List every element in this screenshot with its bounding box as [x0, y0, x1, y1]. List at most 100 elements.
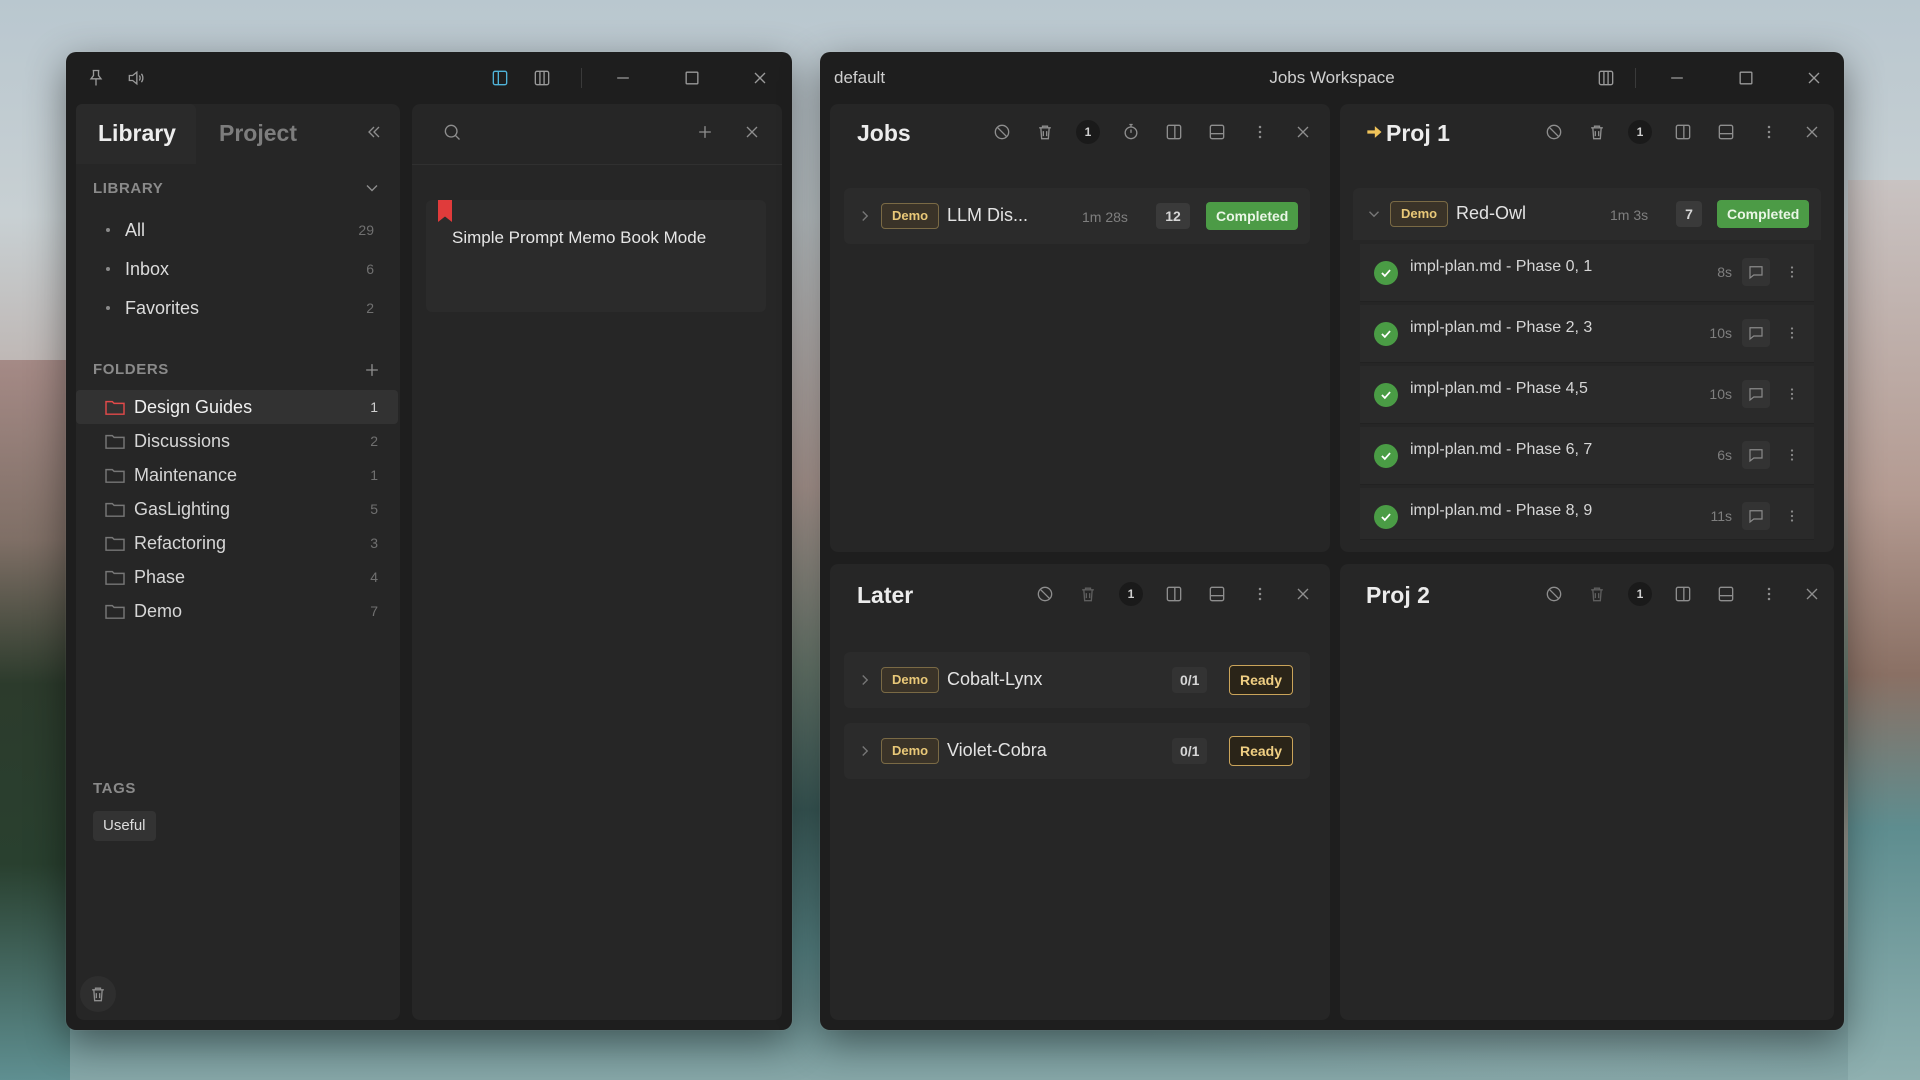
split-vertical-icon[interactable] — [1669, 118, 1697, 146]
trash-icon[interactable] — [1583, 118, 1611, 146]
close-pane-icon[interactable] — [1798, 580, 1826, 608]
job-row[interactable]: Demo LLM Dis... 1m 28s 12 Completed — [844, 188, 1310, 244]
trash-icon[interactable] — [80, 976, 116, 1012]
proj2-pane-title: Proj 2 — [1366, 582, 1430, 608]
close-icon[interactable] — [1802, 66, 1826, 90]
concurrency-badge[interactable]: 1 — [1119, 582, 1143, 606]
timer-icon[interactable] — [1117, 118, 1145, 146]
chevron-right-icon[interactable] — [856, 671, 874, 689]
folder-maintenance[interactable]: Maintenance 1 — [76, 458, 398, 492]
cancel-icon[interactable] — [988, 118, 1016, 146]
sidebar-left-icon[interactable] — [488, 66, 512, 90]
folder-discussions[interactable]: Discussions 2 — [76, 424, 398, 458]
library-item-all[interactable]: All 29 — [76, 212, 378, 248]
cancel-icon[interactable] — [1540, 118, 1568, 146]
cancel-icon[interactable] — [1540, 580, 1568, 608]
subtask-row[interactable]: impl-plan.md - Phase 6, 7 6s — [1360, 427, 1814, 485]
split-vertical-icon[interactable] — [1160, 580, 1188, 608]
close-pane-icon[interactable] — [1289, 580, 1317, 608]
trash-icon[interactable] — [1074, 580, 1102, 608]
cancel-icon[interactable] — [1031, 580, 1059, 608]
close-pane-icon[interactable] — [1798, 118, 1826, 146]
tab-project[interactable]: Project — [219, 120, 297, 147]
folder-label: Design Guides — [134, 396, 253, 417]
trash-icon[interactable] — [1031, 118, 1059, 146]
maximize-icon[interactable] — [1734, 66, 1758, 90]
library-item-inbox[interactable]: Inbox 6 — [76, 251, 378, 287]
concurrency-badge[interactable]: 1 — [1076, 120, 1100, 144]
folder-icon — [104, 500, 126, 518]
pin-icon[interactable] — [84, 66, 108, 90]
more-vertical-icon[interactable] — [1246, 118, 1274, 146]
more-vertical-icon[interactable] — [1782, 319, 1802, 347]
folder-gaslighting[interactable]: GasLighting 5 — [76, 492, 398, 526]
minimize-icon[interactable] — [1665, 66, 1689, 90]
trash-icon[interactable] — [1583, 580, 1611, 608]
library-item-count: 2 — [366, 300, 374, 316]
close-pane-icon[interactable] — [1289, 118, 1317, 146]
bullet-icon — [106, 228, 110, 232]
job-row[interactable]: Demo Red-Owl 1m 3s 7 Completed — [1353, 188, 1821, 240]
split-horizontal-icon[interactable] — [1203, 580, 1231, 608]
folder-refactoring[interactable]: Refactoring 3 — [76, 526, 398, 560]
more-vertical-icon[interactable] — [1246, 580, 1274, 608]
chevron-right-icon[interactable] — [856, 207, 874, 225]
subtask-row[interactable]: impl-plan.md - Phase 2, 3 10s — [1360, 305, 1814, 363]
subtask-row[interactable]: impl-plan.md - Phase 4,5 10s — [1360, 366, 1814, 424]
jobs-pane — [830, 104, 1330, 552]
folder-demo[interactable]: Demo 7 — [76, 594, 398, 628]
tag-chip[interactable]: Useful — [93, 811, 156, 841]
check-circle-icon — [1374, 383, 1398, 407]
subtask-row[interactable]: impl-plan.md - Phase 8, 9 11s — [1360, 488, 1814, 540]
more-vertical-icon[interactable] — [1755, 118, 1783, 146]
folder-label: Phase — [134, 566, 186, 587]
comment-icon[interactable] — [1742, 502, 1770, 530]
comment-icon[interactable] — [1742, 441, 1770, 469]
maximize-icon[interactable] — [680, 66, 704, 90]
memo-title: Simple Prompt Memo Book Mode — [452, 228, 707, 247]
project-tag: Demo — [881, 738, 940, 764]
minimize-icon[interactable] — [611, 66, 635, 90]
job-name: Cobalt-Lynx — [947, 669, 1043, 689]
speaker-icon[interactable] — [124, 66, 148, 90]
more-vertical-icon[interactable] — [1782, 502, 1802, 530]
subtask-row[interactable]: impl-plan.md - Phase 0, 1 8s — [1360, 244, 1814, 302]
job-row[interactable]: Demo Violet-Cobra 0/1 Ready — [844, 723, 1310, 779]
job-row[interactable]: Demo Cobalt-Lynx 0/1 Ready — [844, 652, 1310, 708]
folder-phase[interactable]: Phase 4 — [76, 560, 398, 594]
collapse-sidebar-icon[interactable] — [360, 118, 388, 146]
more-vertical-icon[interactable] — [1782, 441, 1802, 469]
comment-icon[interactable] — [1742, 380, 1770, 408]
close-icon[interactable] — [748, 66, 772, 90]
split-horizontal-icon[interactable] — [1203, 118, 1231, 146]
chevron-down-icon[interactable] — [1365, 205, 1383, 223]
folder-count: 1 — [370, 467, 378, 483]
split-vertical-icon[interactable] — [1669, 580, 1697, 608]
tab-library[interactable]: Library — [98, 120, 176, 147]
close-panel-icon[interactable] — [738, 118, 766, 146]
split-horizontal-icon[interactable] — [1712, 580, 1740, 608]
split-vertical-icon[interactable] — [1160, 118, 1188, 146]
library-item-favorites[interactable]: Favorites 2 — [76, 290, 378, 326]
folder-design-guides[interactable]: Design Guides 1 — [76, 390, 398, 424]
columns-icon[interactable] — [530, 66, 554, 90]
search-icon[interactable] — [438, 118, 466, 146]
split-horizontal-icon[interactable] — [1712, 118, 1740, 146]
folder-icon — [104, 398, 126, 416]
folder-label: GasLighting — [134, 498, 231, 519]
more-vertical-icon[interactable] — [1782, 258, 1802, 286]
chevron-right-icon[interactable] — [856, 742, 874, 760]
more-vertical-icon[interactable] — [1755, 580, 1783, 608]
concurrency-badge[interactable]: 1 — [1628, 120, 1652, 144]
comment-icon[interactable] — [1742, 319, 1770, 347]
check-circle-icon — [1374, 444, 1398, 468]
task-count: 0/1 — [1172, 738, 1208, 764]
chevron-down-icon[interactable] — [358, 174, 386, 202]
columns-icon[interactable] — [1594, 66, 1618, 90]
comment-icon[interactable] — [1742, 258, 1770, 286]
add-folder-icon[interactable] — [358, 356, 386, 384]
add-memo-icon[interactable] — [691, 118, 719, 146]
more-vertical-icon[interactable] — [1782, 380, 1802, 408]
concurrency-badge[interactable]: 1 — [1628, 582, 1652, 606]
memo-card[interactable]: Simple Prompt Memo Book Mode — [426, 200, 766, 312]
